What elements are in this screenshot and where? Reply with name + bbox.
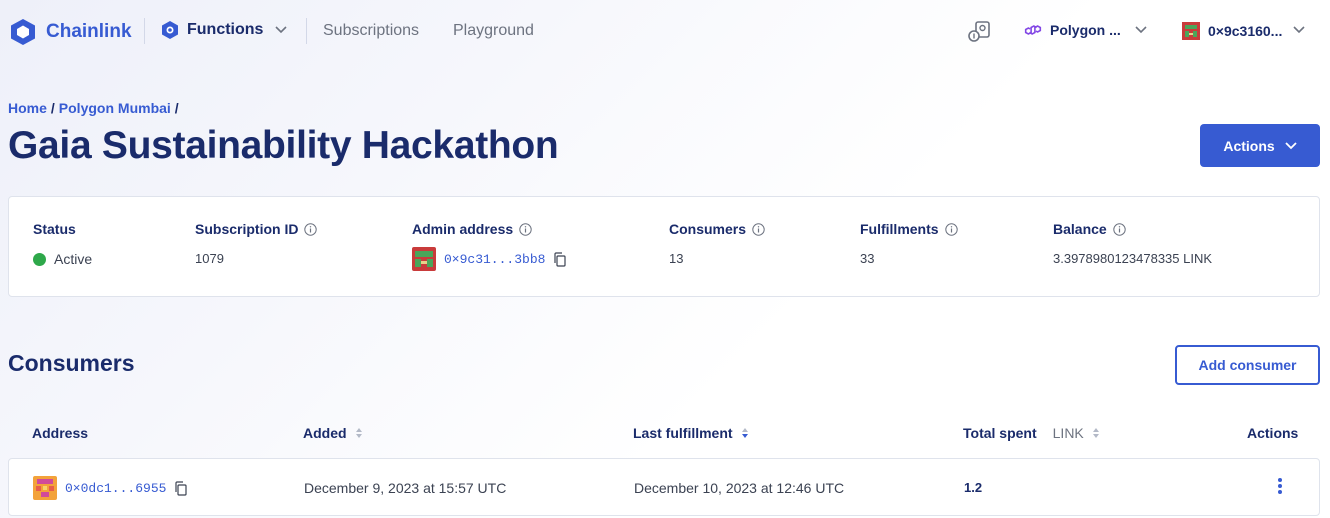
- admin-address-label: Admin address: [412, 221, 514, 237]
- column-header-actions-label: Actions: [1247, 425, 1299, 441]
- chevron-down-icon[interactable]: [1293, 26, 1305, 34]
- subscription-id-value: 1079: [195, 251, 224, 266]
- chevron-down-icon[interactable]: [1135, 26, 1147, 34]
- add-consumer-button[interactable]: Add consumer: [1175, 345, 1320, 385]
- brand-name: Chainlink: [46, 21, 132, 42]
- consumers-section-title: Consumers: [8, 350, 135, 376]
- breadcrumb-separator: /: [174, 100, 179, 116]
- consumer-total-spent-cell: 1.2: [964, 480, 983, 495]
- network-label: Polygon ...: [1050, 22, 1121, 38]
- chevron-down-icon: [1285, 141, 1297, 149]
- nav-divider: [306, 18, 307, 44]
- status-value: Active: [54, 251, 93, 267]
- consumer-added-cell: December 9, 2023 at 15:57 UTC: [304, 480, 507, 496]
- breadcrumb-home[interactable]: Home: [8, 100, 47, 116]
- info-icon[interactable]: [752, 222, 765, 236]
- functions-icon: [162, 21, 178, 39]
- column-header-total-spent-label: Total spent: [963, 425, 1037, 441]
- column-header-total-spent[interactable]: Total spent LINK: [963, 425, 1100, 441]
- wallet-switcher[interactable]: 0×9c3160...: [1182, 22, 1282, 40]
- consumers-label: Consumers: [669, 221, 747, 237]
- fulfillments-label: Fulfillments: [860, 221, 939, 237]
- faucet-button[interactable]: [968, 20, 992, 49]
- balance-label: Balance: [1053, 221, 1107, 237]
- add-consumer-label: Add consumer: [1198, 357, 1297, 373]
- column-header-total-spent-unit: LINK: [1052, 425, 1084, 441]
- nav-link-subscriptions[interactable]: Subscriptions: [323, 22, 419, 40]
- info-icon[interactable]: [304, 222, 318, 236]
- status-stat: Status Active: [33, 221, 92, 267]
- wallet-avatar-icon: [1182, 22, 1200, 40]
- fulfillments-value: 33: [860, 251, 875, 266]
- wallet-address: 0×9c3160...: [1208, 23, 1283, 39]
- faucet-icon: [968, 21, 990, 42]
- admin-address-stat: Admin address 0×9c31...3bb8: [412, 221, 567, 271]
- column-header-added[interactable]: Added: [303, 425, 363, 441]
- fulfillments-stat: Fulfillments 33: [860, 221, 958, 266]
- nav-divider: [144, 18, 145, 44]
- status-label: Status: [33, 221, 76, 237]
- consumer-avatar-icon: [33, 476, 57, 500]
- sort-icon[interactable]: [355, 427, 363, 439]
- more-options-icon[interactable]: [1277, 477, 1283, 495]
- admin-avatar-icon: [412, 247, 436, 271]
- breadcrumb-separator: /: [50, 100, 55, 116]
- copy-icon[interactable]: [553, 251, 567, 267]
- consumers-stat: Consumers 13: [669, 221, 765, 266]
- balance-stat: Balance 3.3978980123478335 LINK: [1053, 221, 1212, 266]
- sort-icon[interactable]: [1092, 427, 1100, 439]
- consumer-address-link[interactable]: 0×0dc1...6955: [65, 481, 166, 496]
- info-icon[interactable]: [519, 222, 532, 236]
- subscription-summary-card: Status Active Subscription ID 1079 Admin…: [8, 196, 1320, 297]
- breadcrumb-network[interactable]: Polygon Mumbai: [59, 100, 171, 116]
- product-label: Functions: [187, 21, 264, 38]
- info-icon[interactable]: [944, 222, 958, 236]
- column-header-address-label: Address: [32, 425, 89, 441]
- sort-descending-icon[interactable]: [741, 427, 749, 439]
- actions-label: Actions: [1223, 137, 1275, 154]
- product-switcher[interactable]: Functions: [161, 20, 288, 40]
- chainlink-logo-icon: [11, 19, 35, 45]
- polygon-network-icon: [1024, 25, 1042, 35]
- info-icon[interactable]: [1113, 222, 1126, 236]
- network-switcher[interactable]: Polygon ...: [1024, 22, 1121, 38]
- consumer-last-fulfillment-cell: December 10, 2023 at 12:46 UTC: [634, 480, 845, 496]
- balance-value: 3.3978980123478335 LINK: [1053, 251, 1213, 266]
- brand[interactable]: Chainlink: [10, 18, 132, 46]
- column-header-added-label: Added: [303, 425, 347, 441]
- column-header-last-fulfillment-label: Last fulfillment: [633, 425, 733, 441]
- status-dot-icon: [33, 252, 46, 266]
- consumers-value: 13: [669, 251, 684, 266]
- page-title: Gaia Sustainability Hackathon: [8, 124, 559, 167]
- breadcrumb: Home / Polygon Mumbai /: [8, 100, 183, 116]
- column-header-actions: Actions: [1247, 425, 1298, 441]
- subscription-id-label: Subscription ID: [195, 221, 299, 237]
- top-navigation: Chainlink Functions Subscriptions Playgr…: [0, 0, 1330, 64]
- table-row: 0×0dc1...6955 December 9, 2023 at 15:57 …: [8, 458, 1320, 516]
- consumer-address-cell: 0×0dc1...6955: [33, 476, 188, 500]
- admin-address-link[interactable]: 0×9c31...3bb8: [444, 252, 545, 267]
- chevron-down-icon: [275, 26, 288, 34]
- copy-icon[interactable]: [174, 480, 188, 496]
- nav-link-playground[interactable]: Playground: [453, 22, 534, 40]
- column-header-last-fulfillment[interactable]: Last fulfillment: [633, 425, 749, 441]
- actions-button[interactable]: Actions: [1200, 124, 1320, 167]
- subscription-id-stat: Subscription ID 1079: [195, 221, 318, 266]
- column-header-address: Address: [32, 425, 88, 441]
